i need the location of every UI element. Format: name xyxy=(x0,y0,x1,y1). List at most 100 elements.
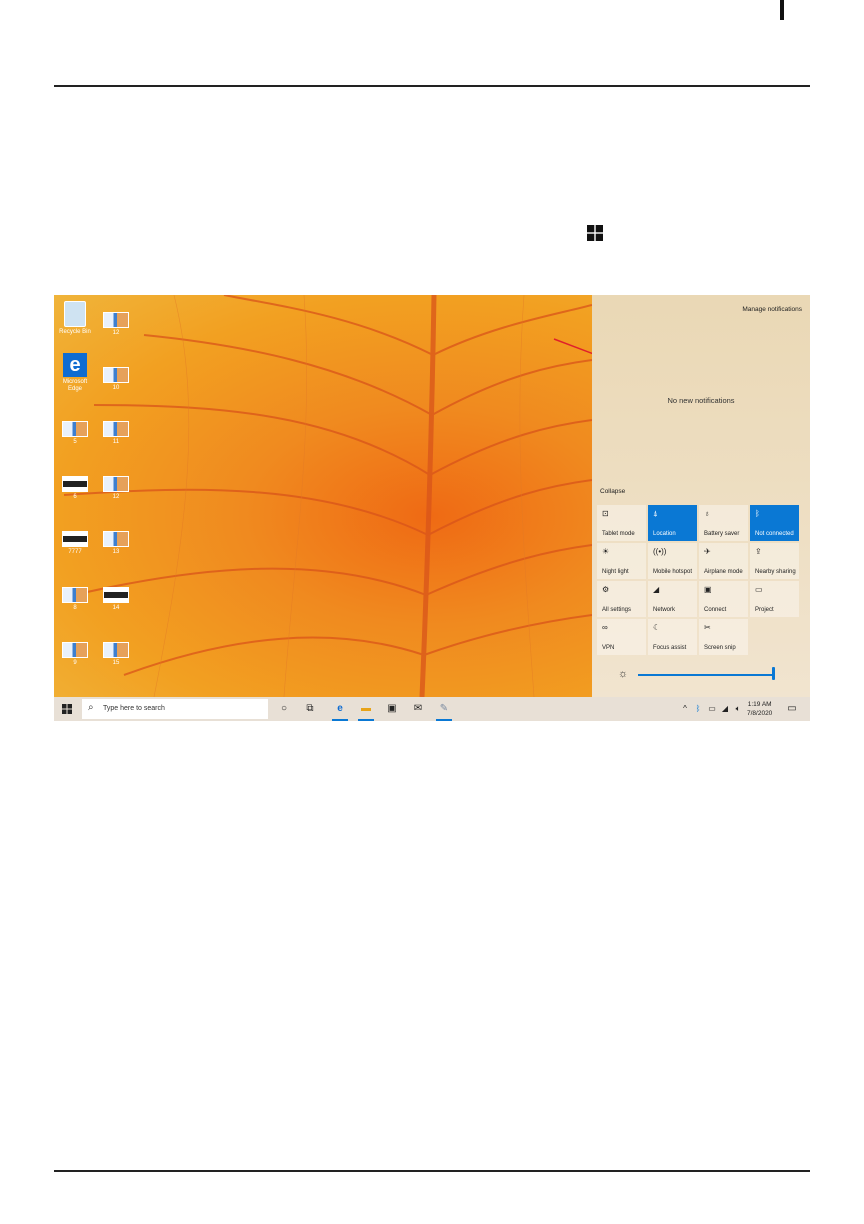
header-rule xyxy=(54,85,810,87)
cortana-icon[interactable]: ○ xyxy=(276,697,292,721)
tile-battery-saver[interactable]: ♁ Battery saver xyxy=(699,505,748,541)
desktop-icon[interactable]: 11 xyxy=(96,421,136,446)
project-icon: ▭ xyxy=(755,585,763,594)
tile-mobile-hotspot[interactable]: ((•)) Mobile hotspot xyxy=(648,543,697,579)
folder-shortcut-icon xyxy=(103,421,129,437)
program-shortcut-icon xyxy=(62,476,88,492)
tile-label: Connect xyxy=(704,607,727,613)
desktop-icon[interactable]: 10 xyxy=(96,367,136,392)
edge-icon[interactable]: e xyxy=(330,697,350,721)
clock-date: 7/8/2020 xyxy=(747,710,773,717)
notifications-icon[interactable]: ▭ xyxy=(784,697,800,721)
desktop-icon-label: 11 xyxy=(112,439,120,445)
desktop-icon[interactable]: 7777 xyxy=(55,531,95,556)
desktop-icon-edge[interactable]: e Microsoft Edge xyxy=(55,353,95,393)
tile-connect[interactable]: ▣ Connect xyxy=(699,581,748,617)
taskbar-clock[interactable]: 1:19 AM 7/8/2020 xyxy=(747,700,772,718)
desktop-icon-label: 10 xyxy=(112,385,120,391)
tile-label: Network xyxy=(653,607,676,613)
desktop-icon-label: 12 xyxy=(112,494,120,500)
tile-nearby-sharing[interactable]: ⇪ Nearby sharing xyxy=(750,543,799,579)
desktop-icon[interactable]: 9 xyxy=(55,642,95,667)
chevron-up-icon[interactable]: ^ xyxy=(680,697,690,721)
tile-focus-assist[interactable]: ☾ Focus assist xyxy=(648,619,697,655)
bluetooth-icon: ᛒ xyxy=(755,509,760,518)
desktop-icon-label: 7777 xyxy=(68,549,82,555)
footer-rule xyxy=(54,1170,810,1172)
desktop-icon[interactable]: 14 xyxy=(96,587,136,612)
battery-saver-icon: ♁ xyxy=(704,509,710,518)
bluetooth-tray-icon[interactable]: ᛒ xyxy=(693,697,703,721)
tile-label: Screen snip xyxy=(704,645,736,651)
desktop-icon-label: 12 xyxy=(112,330,120,336)
start-button[interactable] xyxy=(62,704,72,714)
scissors-icon: ✂ xyxy=(704,623,711,632)
tile-screen-snip[interactable]: ✂ Screen snip xyxy=(699,619,748,655)
desktop-icon[interactable]: 8 xyxy=(55,587,95,612)
moon-icon: ☾ xyxy=(653,623,661,632)
mail-icon[interactable]: ✉ xyxy=(408,697,428,721)
tile-location[interactable]: ⍋ Location xyxy=(648,505,697,541)
battery-icon[interactable]: ▭ xyxy=(706,697,718,721)
tile-network[interactable]: ◢ Network xyxy=(648,581,697,617)
no-notifications-text: No new notifications xyxy=(667,396,735,405)
tile-label: Focus assist xyxy=(653,645,687,651)
search-placeholder: Type here to search xyxy=(103,705,165,712)
desktop-icon-label: 15 xyxy=(112,660,120,666)
airplane-icon: ✈ xyxy=(704,547,711,556)
folder-shortcut-icon xyxy=(103,367,129,383)
tile-all-settings[interactable]: ⚙ All settings xyxy=(597,581,646,617)
clock-time: 1:19 AM xyxy=(747,701,772,708)
task-view-icon[interactable]: ⧉ xyxy=(302,697,318,721)
desktop-icon[interactable]: 12 xyxy=(96,312,136,337)
tile-label: Nearby sharing xyxy=(755,569,796,575)
brightness-slider[interactable] xyxy=(638,674,774,676)
hotspot-icon: ((•)) xyxy=(653,547,667,556)
file-explorer-icon[interactable]: ▬ xyxy=(356,697,376,721)
wifi-icon[interactable]: ◢ xyxy=(720,697,730,721)
program-shortcut-icon xyxy=(62,531,88,547)
search-icon: ⌕ xyxy=(88,702,94,713)
desktop-icon[interactable]: 15 xyxy=(96,642,136,667)
edge-icon: e xyxy=(63,353,87,377)
tile-label: Project xyxy=(755,607,774,613)
desktop-icon[interactable]: 6 xyxy=(55,476,95,501)
taskbar-search-box[interactable]: ⌕ Type here to search xyxy=(82,699,268,719)
folder-shortcut-icon xyxy=(103,476,129,492)
folder-shortcut-icon xyxy=(62,587,88,603)
gear-icon: ⚙ xyxy=(602,585,610,594)
desktop-icon-label: 13 xyxy=(112,549,120,555)
desktop-icon[interactable]: 5 xyxy=(55,421,95,446)
tile-night-light[interactable]: ☀ Night light xyxy=(597,543,646,579)
manage-notifications-link[interactable]: Manage notifications xyxy=(742,306,802,313)
tile-label: Not connected xyxy=(755,531,794,537)
desktop-icon-label: 14 xyxy=(112,605,120,611)
tile-tablet-mode[interactable]: ⊡ Tablet mode xyxy=(597,505,646,541)
tile-label: Tablet mode xyxy=(602,531,635,537)
tile-label: VPN xyxy=(602,645,615,651)
location-icon: ⍋ xyxy=(653,509,658,518)
action-center: Manage notifications No new notification… xyxy=(592,295,810,697)
desktop-icon-label: Recycle Bin xyxy=(59,329,91,335)
collapse-button[interactable]: Collapse xyxy=(600,488,625,495)
tile-label: Airplane mode xyxy=(704,569,743,575)
folder-shortcut-icon xyxy=(62,421,88,437)
windows-screenshot: Recycle Bin 12 e Microsoft Edge 10 5 11 … xyxy=(54,295,810,721)
store-icon[interactable]: ▣ xyxy=(382,697,402,721)
night-light-icon: ☀ xyxy=(602,547,610,556)
tile-label: Night light xyxy=(602,569,629,575)
tile-project[interactable]: ▭ Project xyxy=(750,581,799,617)
tile-bluetooth[interactable]: ᛒ Not connected xyxy=(750,505,799,541)
desktop-icon[interactable]: 13 xyxy=(96,531,136,556)
app-icon[interactable]: ✎ xyxy=(434,697,454,721)
brightness-slider-thumb[interactable] xyxy=(772,667,775,680)
tile-vpn[interactable]: ∞ VPN xyxy=(597,619,646,655)
tile-airplane-mode[interactable]: ✈ Airplane mode xyxy=(699,543,748,579)
folder-shortcut-icon xyxy=(103,531,129,547)
desktop-icon-label: 9 xyxy=(73,660,77,666)
desktop-icon[interactable]: 12 xyxy=(96,476,136,501)
desktop-icon-recycle-bin[interactable]: Recycle Bin xyxy=(55,301,95,336)
desktop-icon-label: 8 xyxy=(73,605,77,611)
volume-icon[interactable]: 🔈︎ xyxy=(732,697,744,721)
folder-shortcut-icon xyxy=(103,642,129,658)
